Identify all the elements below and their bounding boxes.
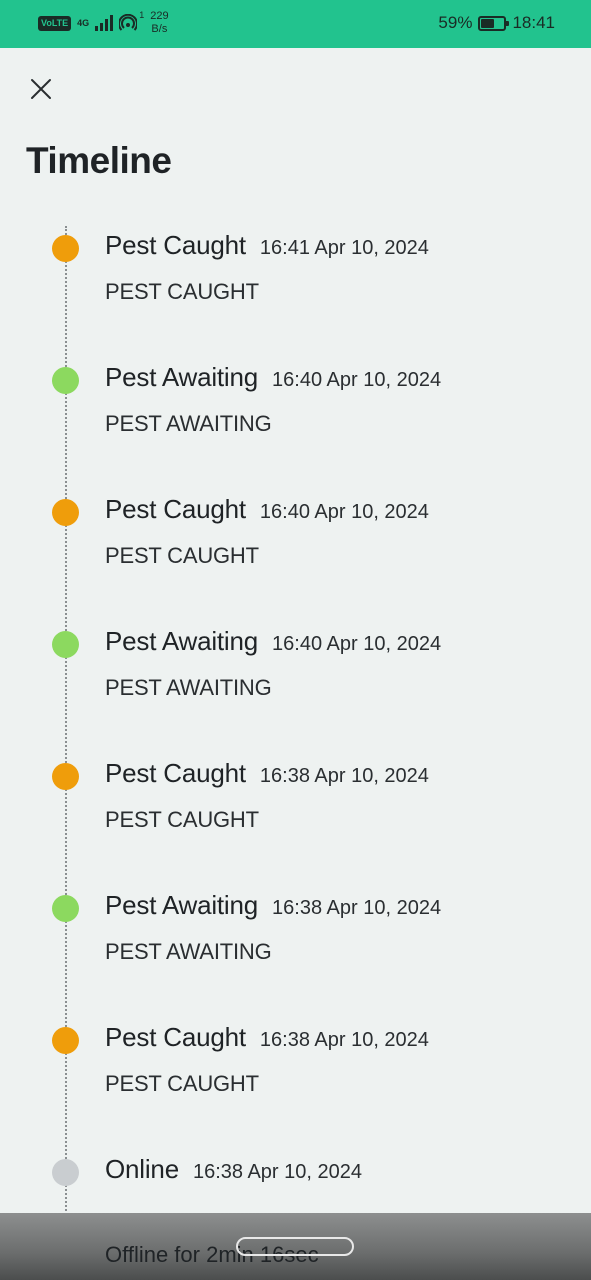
status-right: 59% 18:41 xyxy=(438,13,555,33)
timeline-item-desc: PEST CAUGHT xyxy=(105,543,259,568)
timeline-item-title: Pest Caught xyxy=(105,1022,246,1052)
timeline-item-title: Pest Caught xyxy=(105,758,246,788)
timeline-item: Pest Awaiting 16:40 Apr 10, 2024 PEST AW… xyxy=(0,626,591,760)
timeline-item-time: 16:38 Apr 10, 2024 xyxy=(192,1161,363,1183)
network-type-label: 4G xyxy=(77,17,90,28)
status-dot xyxy=(52,763,79,790)
signal-strength-icon xyxy=(95,15,114,31)
status-dot xyxy=(52,367,79,394)
data-speed-value: 229 xyxy=(150,10,169,22)
timeline-item-time: 16:40 Apr 10, 2024 xyxy=(272,369,442,391)
status-left: VoLTE 4G 1 229 B/s xyxy=(38,10,169,36)
volte-icon: VoLTE xyxy=(38,15,72,31)
status-dot xyxy=(52,499,79,526)
timeline-item: Pest Caught 16:38 Apr 10, 2024 PEST CAUG… xyxy=(0,1022,591,1156)
timeline-item: Pest Caught 16:40 Apr 10, 2024 PEST CAUG… xyxy=(0,494,591,628)
hotspot-icon xyxy=(119,14,138,31)
clock: 18:41 xyxy=(512,13,555,32)
hotspot-count: 1 xyxy=(139,10,145,20)
status-dot xyxy=(52,1159,79,1186)
status-dot xyxy=(52,1027,79,1054)
timeline-item-time: 16:41 Apr 10, 2024 xyxy=(259,237,429,259)
timeline-item-time: 16:40 Apr 10, 2024 xyxy=(272,633,442,655)
data-speed: 229 B/s xyxy=(150,10,168,36)
data-speed-unit: B/s xyxy=(151,23,168,35)
timeline-item-time: 16:38 Apr 10, 2024 xyxy=(259,1029,429,1051)
timeline-item: Pest Awaiting 16:40 Apr 10, 2024 PEST AW… xyxy=(0,362,591,496)
timeline-item-title: Pest Caught xyxy=(105,230,246,260)
timeline-item-title: Pest Awaiting xyxy=(105,626,259,656)
timeline-item-title: Pest Awaiting xyxy=(105,890,259,920)
timeline-item-desc: PEST AWAITING xyxy=(105,411,272,436)
gesture-nav-handle[interactable] xyxy=(236,1237,354,1256)
timeline-item-desc: PEST AWAITING xyxy=(105,675,272,700)
timeline-item-time: 16:40 Apr 10, 2024 xyxy=(259,501,429,523)
status-dot xyxy=(52,235,79,262)
status-dot xyxy=(52,631,79,658)
timeline-item: Pest Caught 16:38 Apr 10, 2024 PEST CAUG… xyxy=(0,758,591,892)
timeline-item-time: 16:38 Apr 10, 2024 xyxy=(272,897,442,919)
timeline-item-title: Pest Awaiting xyxy=(105,362,259,392)
close-icon xyxy=(31,79,51,99)
timeline-item-time: 16:38 Apr 10, 2024 xyxy=(259,765,429,787)
close-button[interactable] xyxy=(26,74,56,104)
timeline-item-desc: PEST AWAITING xyxy=(105,939,272,964)
page-title: Timeline xyxy=(26,140,172,181)
timeline-item-desc: PEST CAUGHT xyxy=(105,807,259,832)
battery-percent: 59% xyxy=(438,13,473,32)
status-bar: VoLTE 4G 1 229 B/s 59% 18:41 xyxy=(0,0,591,48)
status-dot xyxy=(52,895,79,922)
timeline-item-title: Pest Caught xyxy=(105,494,246,524)
timeline-item: Pest Caught 16:41 Apr 10, 2024 PEST CAUG… xyxy=(0,230,591,364)
timeline-item-desc: PEST CAUGHT xyxy=(105,1071,259,1096)
timeline-item-desc: PEST CAUGHT xyxy=(105,279,259,304)
timeline-item-title: Online xyxy=(105,1154,179,1184)
battery-icon xyxy=(478,15,510,31)
timeline-item: Pest Awaiting 16:38 Apr 10, 2024 PEST AW… xyxy=(0,890,591,1024)
